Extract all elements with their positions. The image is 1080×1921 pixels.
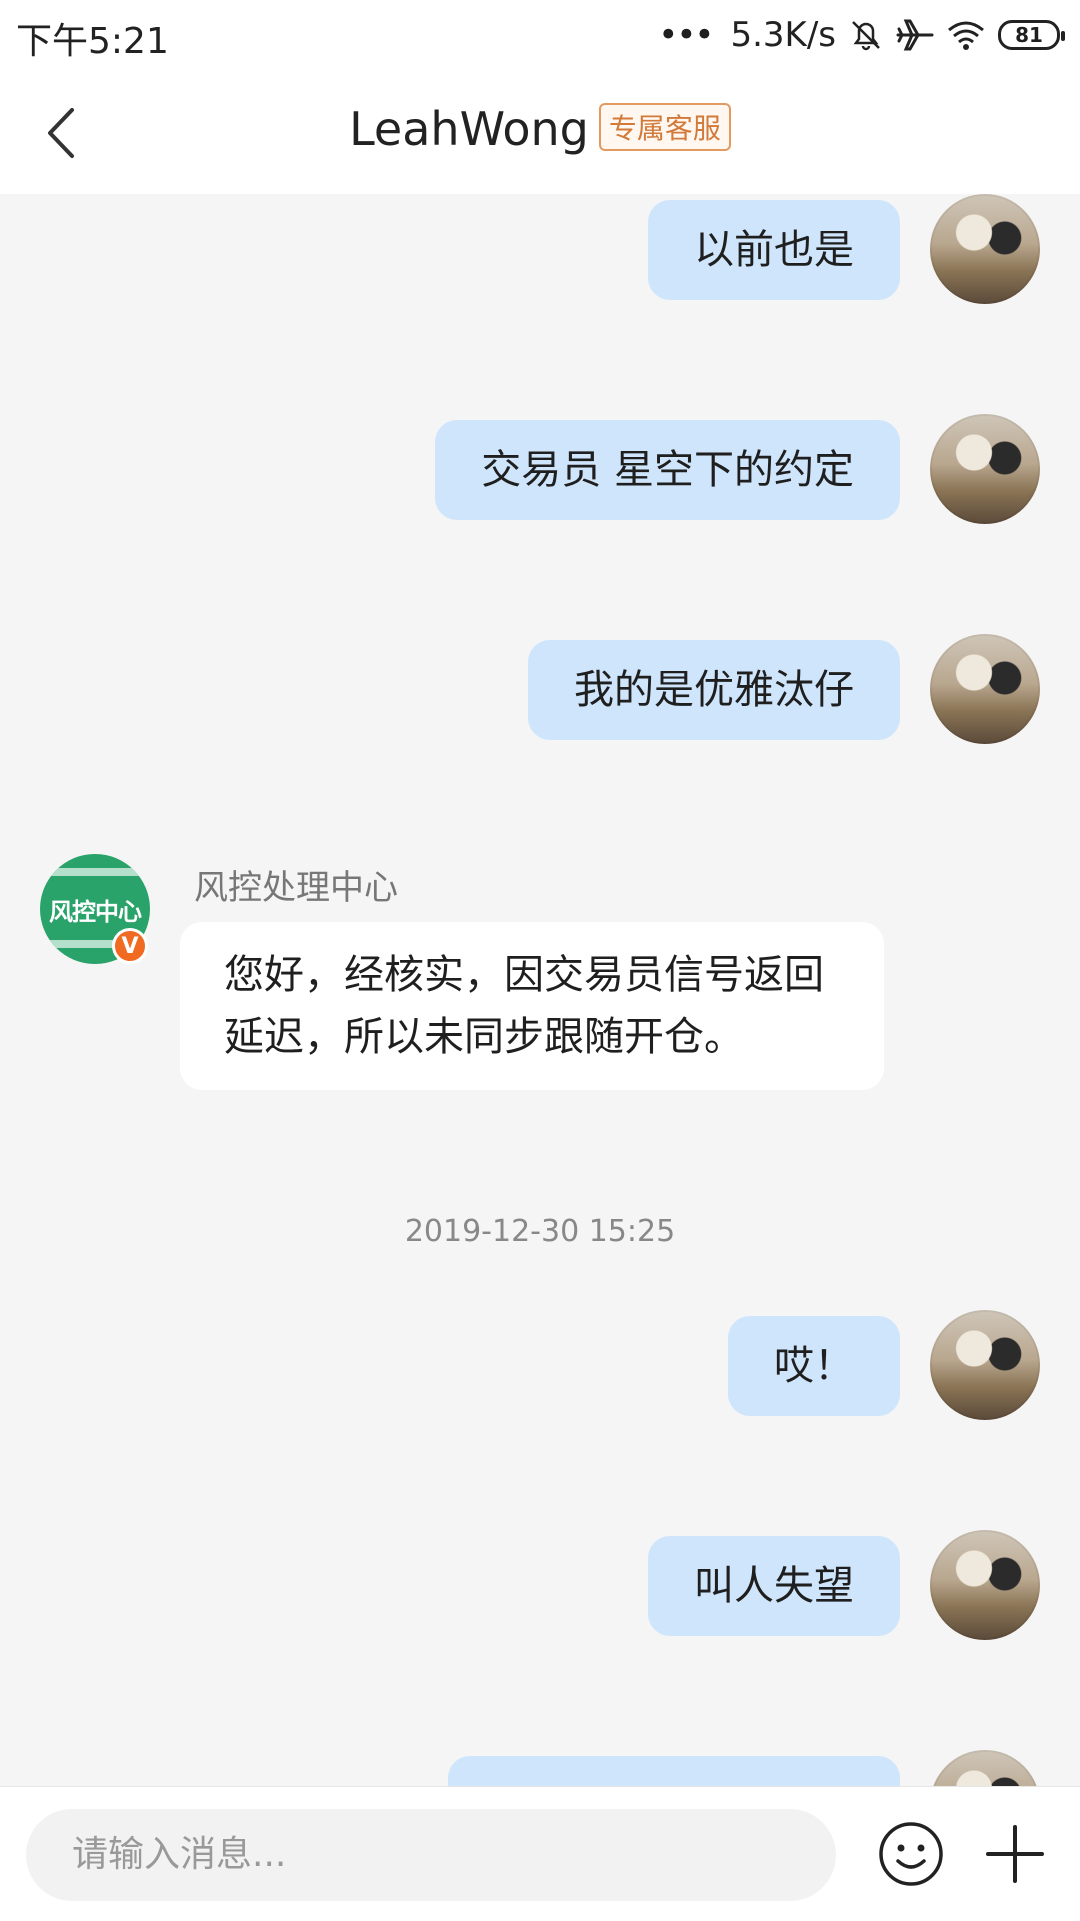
avatar[interactable] — [930, 634, 1040, 744]
message-bubble-me-partial[interactable] — [448, 1756, 900, 1786]
battery-icon: 81 — [998, 20, 1065, 50]
airplane-icon — [896, 19, 934, 51]
message-bubble-me[interactable]: 我的是优雅汰仔 — [528, 640, 900, 740]
message-bubble-me[interactable]: 以前也是 — [648, 200, 900, 300]
message-timestamp: 2019-12-30 15:25 — [404, 1214, 676, 1249]
message-row: 叫人失望 — [0, 1530, 1080, 1640]
status-icons: ••• 5.3K/s 81 — [658, 10, 1065, 60]
message-bubble-me[interactable]: 哎！ — [728, 1316, 900, 1416]
message-row: 交易员 星空下的约定 — [0, 414, 1080, 524]
avatar-stripe — [40, 868, 150, 876]
mute-bell-icon — [852, 21, 880, 51]
message-bubble-me[interactable]: 叫人失望 — [648, 1536, 900, 1636]
wifi-icon — [948, 21, 984, 50]
message-bubble-other[interactable]: 您好，经核实，因交易员信号返回延迟，所以未同步跟随开仓。 — [180, 922, 884, 1090]
avatar[interactable] — [930, 194, 1040, 304]
avatar[interactable] — [930, 1310, 1040, 1420]
avatar[interactable] — [930, 1530, 1040, 1640]
avatar[interactable] — [930, 1750, 1040, 1786]
avatar[interactable] — [930, 414, 1040, 524]
network-speed: 5.3K/s — [730, 15, 836, 55]
input-bar: 请输入消息... — [0, 1786, 1080, 1921]
message-row: 我的是优雅汰仔 — [0, 634, 1080, 744]
sender-name: 风控处理中心 — [194, 868, 398, 908]
message-row: 以前也是 — [0, 194, 1080, 304]
status-time: 下午5:21 — [16, 21, 169, 62]
message-row: 风控中心 V 风控处理中心 您好，经核实，因交易员信号返回延迟，所以未同步跟随开… — [0, 854, 1080, 1094]
plus-icon[interactable] — [980, 1819, 1050, 1889]
page-title: LeahWong — [349, 102, 589, 156]
message-row: 哎！ — [0, 1310, 1080, 1420]
chat-area[interactable]: 以前也是 交易员 星空下的约定 我的是优雅汰仔 风控中心 V 风控处理中心 您好… — [0, 194, 1080, 1786]
message-input[interactable]: 请输入消息... — [26, 1809, 836, 1901]
avatar-label: 风控中心 — [49, 898, 142, 926]
verified-badge-icon: V — [112, 928, 148, 964]
emoji-icon[interactable] — [876, 1819, 946, 1889]
chat-header: LeahWong 专属客服 — [0, 70, 1080, 194]
message-row-partial — [0, 1750, 1080, 1786]
message-bubble-me[interactable]: 交易员 星空下的约定 — [435, 420, 900, 520]
more-dots-icon: ••• — [658, 15, 714, 55]
title-wrap: LeahWong 专属客服 — [0, 102, 1080, 156]
status-bar: 下午5:21 ••• 5.3K/s 81 — [0, 0, 1080, 70]
service-badge: 专属客服 — [598, 103, 731, 151]
